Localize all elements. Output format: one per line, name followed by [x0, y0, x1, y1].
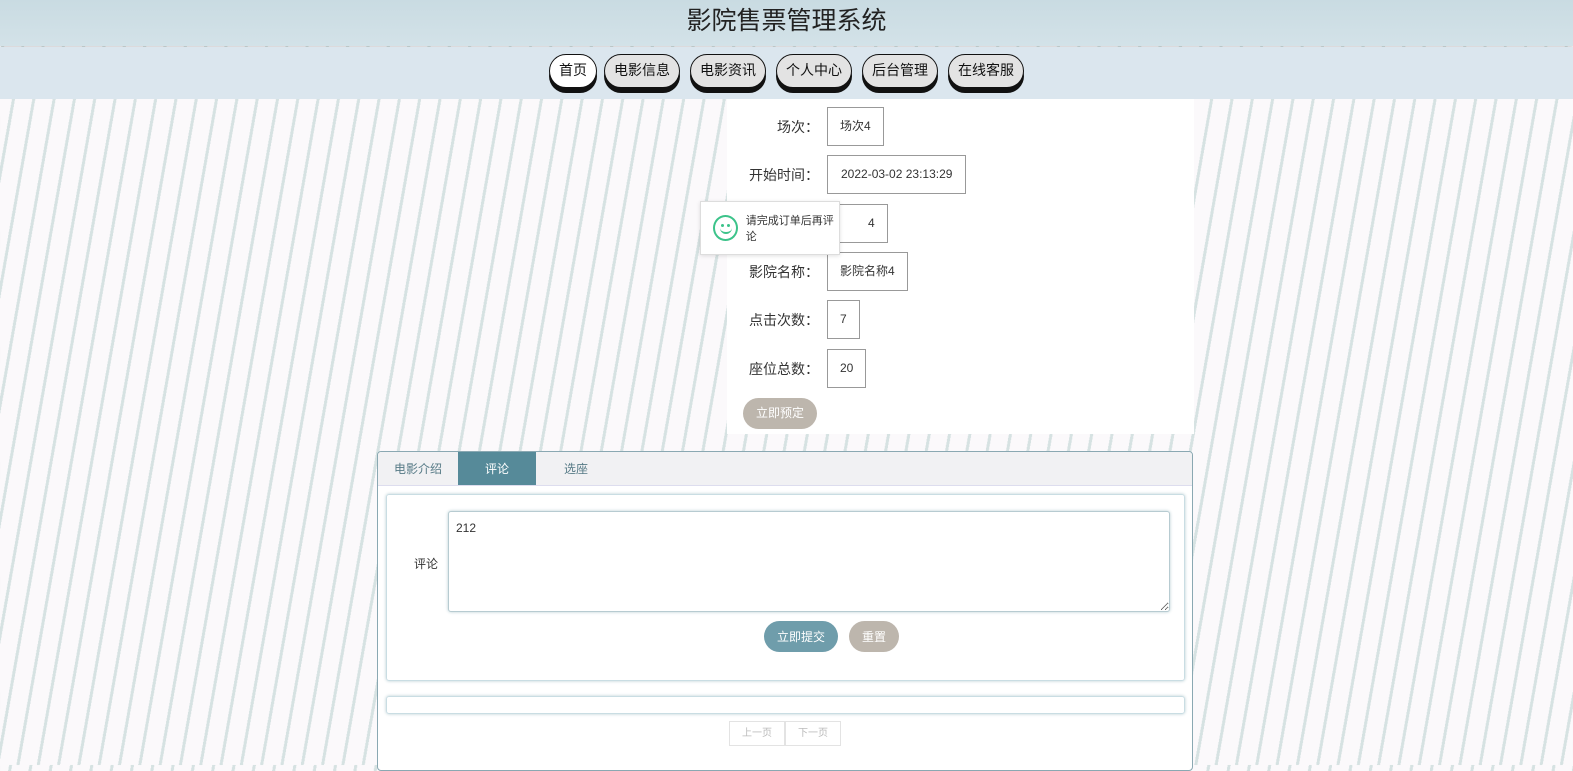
- field-label: 开始时间：: [749, 166, 819, 183]
- pagination: 上一页 下一页: [729, 721, 841, 746]
- prev-page-button[interactable]: 上一页: [729, 721, 785, 746]
- field-value: 7: [827, 300, 860, 339]
- nav-home[interactable]: 首页: [549, 54, 597, 88]
- movie-detail-info: 场次： 场次4 开始时间： 2022-03-02 23:13:29 4 影院名称：影…: [727, 99, 1194, 434]
- site-title: 影院售票管理系统: [686, 7, 887, 35]
- main-nav: 首页 电影信息 电影资讯 个人中心 后台管理 在线客服: [0, 47, 1573, 99]
- comment-label: 评论: [414, 557, 439, 571]
- reset-button[interactable]: 重置: [849, 621, 899, 652]
- detail-tabs-panel: 电影介绍 评论 选座 评论 212 立即提交 重置 上一页 下一页: [377, 451, 1193, 771]
- field-total-seats: 座位总数： 20: [727, 349, 867, 388]
- field-value: 20: [827, 349, 867, 388]
- nav-admin[interactable]: 后台管理: [862, 54, 938, 88]
- toast-text: 请完成订单后再评论: [745, 215, 834, 243]
- comment-input[interactable]: 212: [448, 511, 1170, 612]
- comment-list: [386, 696, 1185, 714]
- tab-seat-selection[interactable]: 选座: [536, 452, 616, 485]
- tab-bar: 电影介绍 评论 选座: [378, 452, 1192, 486]
- field-value: 场次4: [827, 107, 884, 146]
- nav-personal-center[interactable]: 个人中心: [776, 54, 852, 88]
- smile-icon: [713, 215, 738, 241]
- field-cinema-name: 影院名称： 影院名称4: [727, 252, 908, 291]
- nav-movie-news[interactable]: 电影资讯: [690, 54, 766, 88]
- toast-message: 请完成订单后再评论: [700, 201, 840, 255]
- field-session: 场次： 场次4: [727, 107, 884, 146]
- nav-movie-info[interactable]: 电影信息: [604, 54, 680, 88]
- field-clicks: 点击次数： 7: [727, 300, 860, 339]
- comment-form: 评论 212 立即提交 重置: [386, 494, 1185, 681]
- next-page-button[interactable]: 下一页: [785, 721, 841, 746]
- field-value: 2022-03-02 23:13:29: [827, 155, 967, 194]
- field-start-time: 开始时间： 2022-03-02 23:13:29: [727, 155, 967, 194]
- header: 影院售票管理系统: [0, 0, 1573, 46]
- tab-comments[interactable]: 评论: [458, 452, 536, 485]
- field-label: 座位总数：: [749, 360, 819, 377]
- nav-online-service[interactable]: 在线客服: [948, 54, 1024, 88]
- field-label: 场次：: [777, 118, 819, 135]
- field-label: 点击次数：: [749, 311, 819, 328]
- book-now-button[interactable]: 立即预定: [743, 398, 817, 429]
- field-value: 影院名称4: [827, 252, 908, 291]
- tab-movie-intro[interactable]: 电影介绍: [378, 452, 458, 485]
- submit-button[interactable]: 立即提交: [764, 621, 838, 652]
- field-label: 影院名称：: [749, 263, 819, 280]
